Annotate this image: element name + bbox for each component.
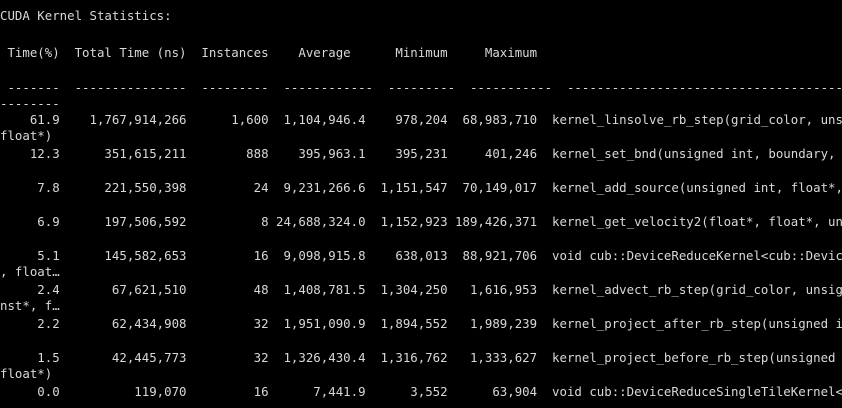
table-row: 5.1 145,582,653 16 9,098,915.8 638,013 8… bbox=[37, 248, 842, 263]
table-separator-wrap: -------- bbox=[0, 96, 60, 111]
table-row: 61.9 1,767,914,266 1,600 1,104,946.4 978… bbox=[29, 112, 842, 127]
table-row: 2.2 62,434,908 32 1,951,090.9 1,894,552 … bbox=[37, 316, 842, 331]
table-header: Time(%) Total Time (ns) Instances Averag… bbox=[0, 45, 538, 60]
table-row: 0.0 119,070 16 7,441.9 3,552 63,904 void… bbox=[37, 384, 842, 399]
table-row: 12.3 351,615,211 888 395,963.1 395,231 4… bbox=[0, 146, 842, 161]
table-row-wrap: float*) bbox=[0, 366, 53, 381]
table-row-wrap: nst*, f… bbox=[0, 298, 60, 313]
stats-title: CUDA Kernel Statistics: bbox=[0, 8, 172, 23]
table-row: 1.5 42,445,773 32 1,326,430.4 1,316,762 … bbox=[37, 350, 836, 365]
terminal-output[interactable]: CUDA Kernel Statistics: Time(%) Total Ti… bbox=[0, 0, 842, 408]
table-row: 7.8 221,550,398 24 9,231,266.6 1,151,547… bbox=[37, 180, 842, 195]
table-row: 2.4 67,621,510 48 1,408,781.5 1,304,250 … bbox=[37, 282, 842, 297]
table-separator: ------- --------------- --------- ------… bbox=[7, 80, 842, 95]
table-row-wrap: , float… bbox=[0, 264, 60, 279]
table-row: 6.9 197,506,592 8 24,688,324.0 1,152,923… bbox=[37, 214, 842, 229]
table-row-wrap: float*) bbox=[0, 128, 53, 143]
